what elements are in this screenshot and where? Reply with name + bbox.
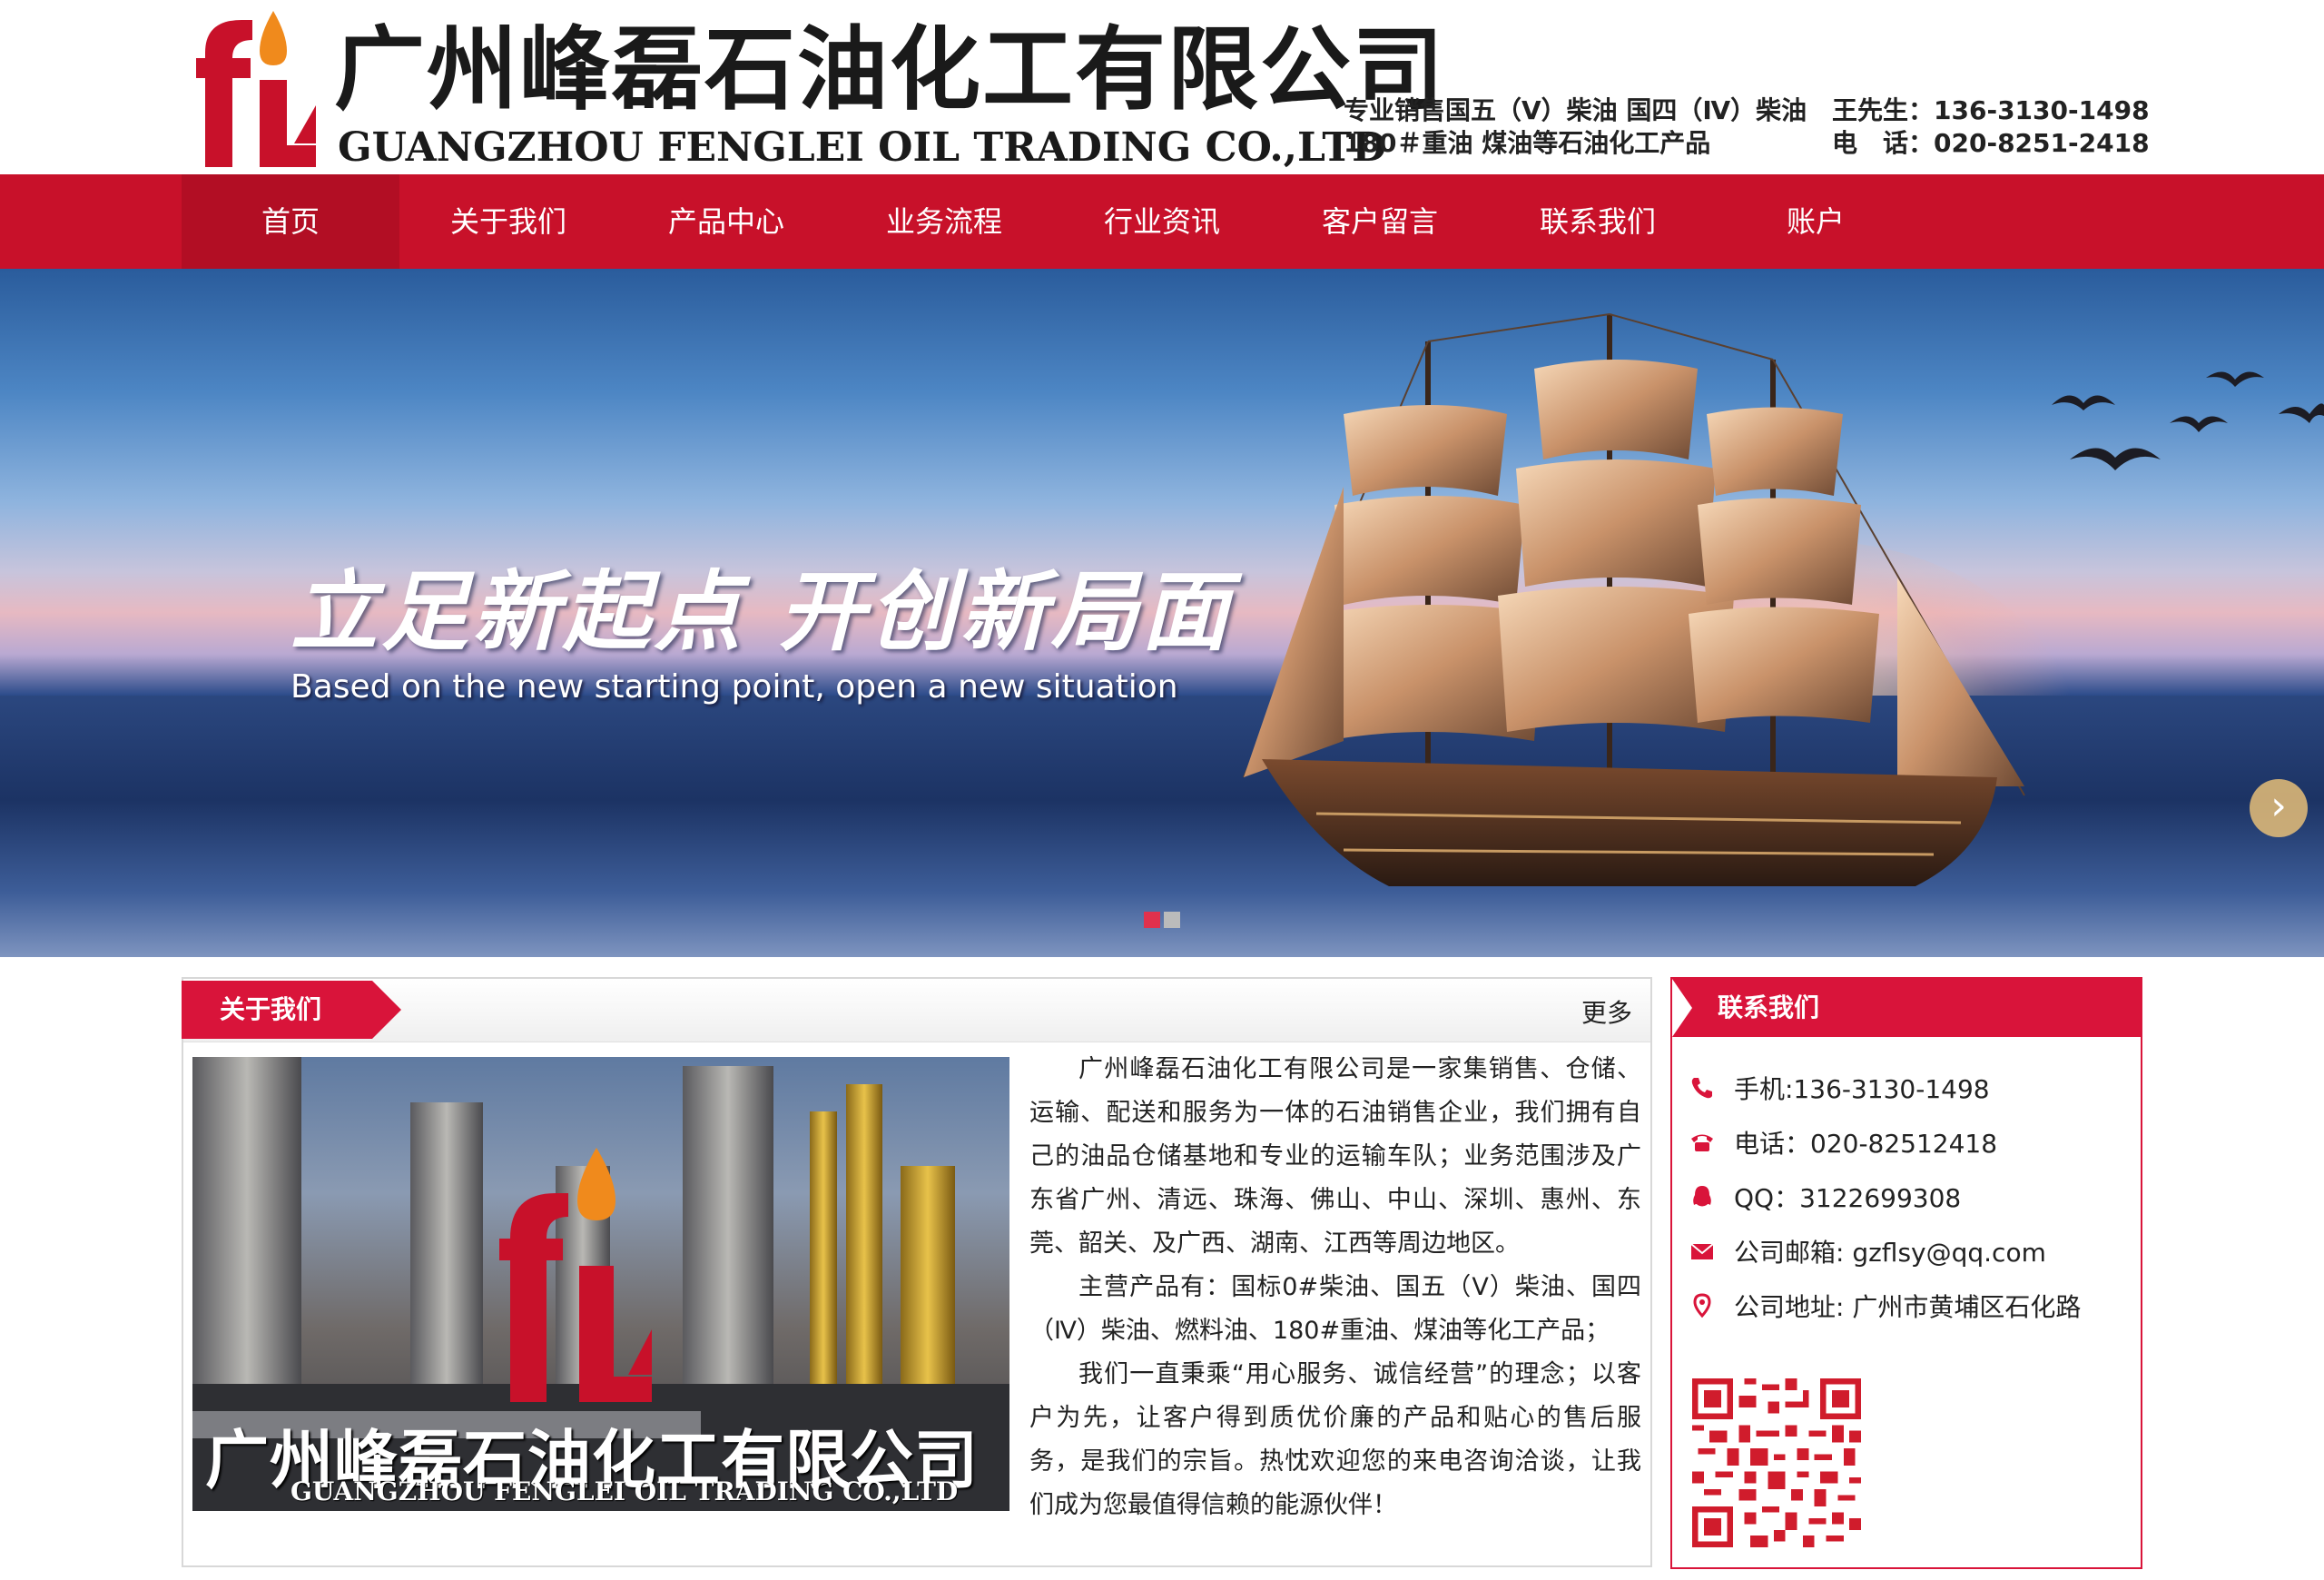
nav-item-news[interactable]: 行业资讯 — [1053, 174, 1271, 269]
about-paragraph-3: 我们一直秉乘“用心服务、诚信经营”的理念；以客户为先，让客户得到质优价廉的产品和… — [1029, 1360, 1641, 1519]
contact-notch-icon — [1672, 979, 1692, 1037]
contact-address-row[interactable]: 公司地址: 广州市黄埔区石化路 — [1689, 1279, 2081, 1333]
contact-mobile-row[interactable]: 手机:136-3130-1498 — [1689, 1061, 2081, 1115]
site-header: 广州峰磊石油化工有限公司 GUANGZHOU FENGLEI OIL TRADI… — [0, 0, 2324, 174]
banner-subtitle: Based on the new starting point, open a … — [290, 668, 1178, 706]
about-description: 广州峰磊石油化工有限公司是一家集销售、仓储、运输、配送和服务为一体的石油销售企业… — [1029, 1048, 1641, 1527]
banner-next-arrow-icon[interactable]: › — [2250, 779, 2308, 837]
nav-item-messages[interactable]: 客户留言 — [1271, 174, 1489, 269]
banner-title: 立足新起点 开创新局面 — [290, 561, 1233, 663]
header-contact-phone: 电 话：020-8251-2418 — [1832, 128, 2150, 158]
contact-email: 公司邮箱: gzflsy@qq.com — [1734, 1238, 2046, 1268]
header-tagline: 专业销售国五（Ⅴ）柴油 国四（Ⅳ）柴油 180＃重油 煤油等石油化工产品 — [1344, 94, 1807, 160]
qr-code-image[interactable] — [1692, 1378, 1861, 1547]
header-contact: 王先生：136-3130-1498 电 话：020-8251-2418 — [1832, 94, 2150, 160]
company-name-en: GUANGZHOU FENGLEI OIL TRADING CO.,LTD — [338, 124, 1387, 171]
about-paragraph-2: 主营产品有：国标0#柴油、国五（Ⅴ）柴油、国四（Ⅳ）柴油、燃料油、180#重油、… — [1029, 1273, 1641, 1345]
mobile-phone-icon — [1691, 1078, 1712, 1099]
banner-dot-1[interactable] — [1144, 912, 1160, 928]
refinery-image: 广州峰磊石油化工有限公司 GUANGZHOU FENGLEI OIL TRADI… — [192, 1057, 1009, 1511]
contact-panel-title: 联系我们 — [1718, 992, 1820, 1022]
contact-phone-row[interactable]: 电话：020-82512418 — [1689, 1115, 2081, 1170]
about-panel-title: 关于我们 — [182, 981, 372, 1039]
hero-banner[interactable]: 立足新起点 开创新局面 Based on the new starting po… — [0, 269, 2324, 957]
about-panel: 关于我们 更多 广州峰磊石油化工有限公司 GUANGZHOU FENGLEI O… — [182, 977, 1652, 1567]
contact-qq-row[interactable]: QQ：3122699308 — [1689, 1170, 2081, 1224]
contact-list: 手机:136-3130-1498 电话：020-82512418 QQ：3122… — [1689, 1061, 2081, 1333]
tagline-line-1: 专业销售国五（Ⅴ）柴油 国四（Ⅳ）柴油 — [1344, 95, 1807, 125]
contact-mobile: 手机:136-3130-1498 — [1734, 1074, 1990, 1104]
qq-penguin-icon — [1693, 1186, 1711, 1207]
nav-item-process[interactable]: 业务流程 — [835, 174, 1053, 269]
main-nav: 首页 关于我们 产品中心 业务流程 行业资讯 客户留言 联系我们 账户 — [0, 174, 2324, 269]
nav-item-account[interactable]: 账户 — [1707, 174, 1925, 269]
nav-item-home[interactable]: 首页 — [182, 174, 399, 269]
contact-phone: 电话：020-82512418 — [1734, 1129, 1998, 1159]
banner-dot-2[interactable] — [1164, 912, 1180, 928]
location-pin-icon — [1693, 1293, 1711, 1318]
nav-item-about[interactable]: 关于我们 — [399, 174, 617, 269]
nav-item-products[interactable]: 产品中心 — [617, 174, 835, 269]
contact-qq: QQ：3122699308 — [1734, 1183, 1962, 1213]
telephone-icon — [1691, 1134, 1713, 1151]
contact-panel-header: 联系我们 — [1672, 979, 2141, 1037]
banner-pagination — [1144, 912, 1180, 928]
about-tab-arrow-icon — [372, 981, 401, 1039]
email-envelope-icon — [1690, 1243, 1714, 1259]
about-more-link[interactable]: 更多 — [1581, 993, 1632, 1030]
company-logo-icon[interactable] — [196, 7, 323, 167]
company-name-cn: 广州峰磊石油化工有限公司 — [334, 16, 1445, 123]
contact-email-row[interactable]: 公司邮箱: gzflsy@qq.com — [1689, 1224, 2081, 1279]
contact-panel: 联系我们 手机:136-3130-1498 电话：020-82512418 QQ… — [1670, 977, 2142, 1569]
seagulls-image — [2052, 371, 2324, 470]
header-contact-mobile: 王先生：136-3130-1498 — [1832, 95, 2150, 125]
sailing-ship-image — [1243, 313, 2025, 886]
about-paragraph-1: 广州峰磊石油化工有限公司是一家集销售、仓储、运输、配送和服务为一体的石油销售企业… — [1029, 1055, 1641, 1258]
image-caption-en: GUANGZHOU FENGLEI OIL TRADING CO.,LTD — [290, 1476, 959, 1506]
contact-address: 公司地址: 广州市黄埔区石化路 — [1734, 1292, 2082, 1322]
nav-item-contact[interactable]: 联系我们 — [1489, 174, 1707, 269]
about-panel-header: 关于我们 更多 — [182, 979, 1650, 1042]
tagline-line-2: 180＃重油 煤油等石油化工产品 — [1344, 128, 1711, 158]
